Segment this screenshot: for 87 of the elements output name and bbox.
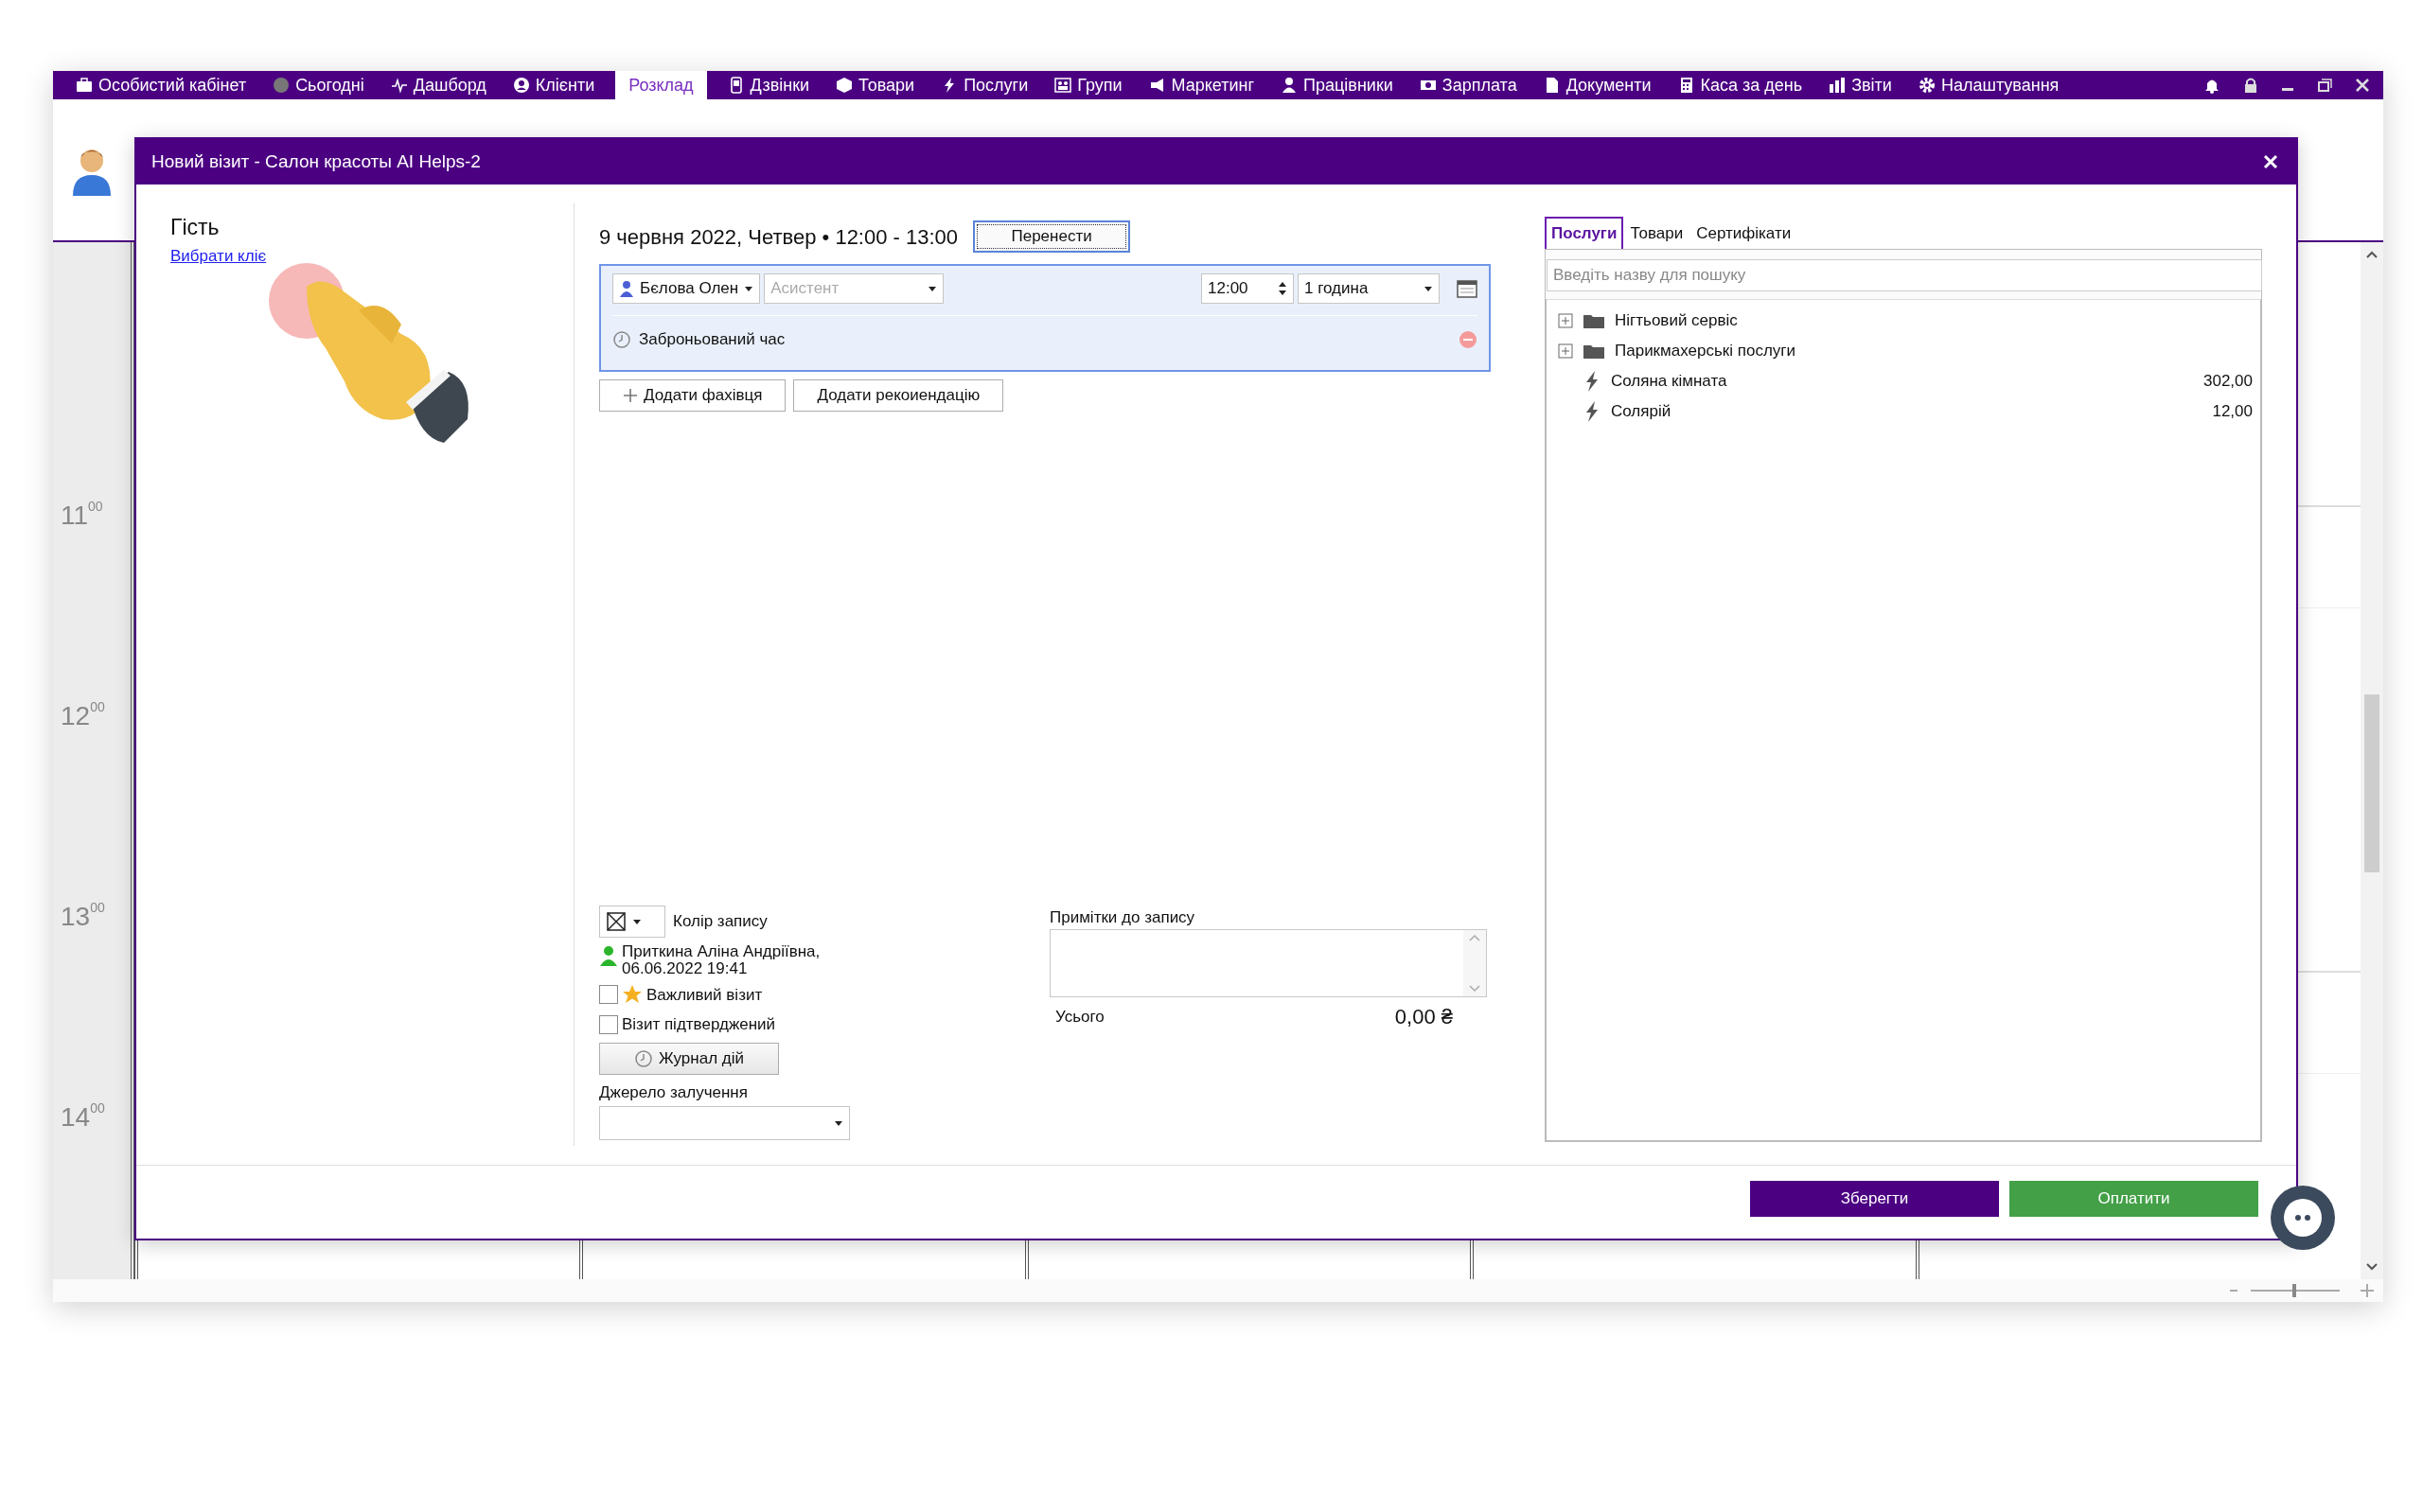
menu-tab[interactable]: Налаштування xyxy=(1904,71,2073,99)
chat-bubble-icon[interactable] xyxy=(2269,1184,2337,1252)
source-label: Джерело залучення xyxy=(599,1081,749,1103)
menu-tab[interactable]: Розклад xyxy=(615,71,707,99)
menu-tab[interactable]: Товари xyxy=(822,71,929,99)
add-specialist-button[interactable]: Додати фахівця xyxy=(599,379,787,412)
add-recommendation-button[interactable]: Додати рекоиендацію xyxy=(793,379,1004,412)
hour-label: 14$^{00}$ xyxy=(61,1102,105,1132)
menu-tab[interactable]: Дашборд xyxy=(377,71,500,99)
checkbox[interactable] xyxy=(599,985,618,1005)
megaphone-icon xyxy=(1148,77,1166,94)
slider-thumb[interactable] xyxy=(2292,1284,2296,1297)
tree-item[interactable]: Солярій 12,00 xyxy=(1558,396,2253,427)
caret-icon xyxy=(1424,285,1433,292)
box-icon xyxy=(836,77,854,94)
menu-tab[interactable]: Дзвінки xyxy=(714,71,823,99)
pulse-icon xyxy=(390,77,408,94)
price: 302,00 xyxy=(2203,370,2253,392)
caret-icon xyxy=(632,917,642,925)
tree-item[interactable]: Соляна кімната 302,00 xyxy=(1558,365,2253,396)
panel-tab[interactable]: Сертифікати xyxy=(1689,217,1798,249)
menu-tab[interactable]: Сьогодні xyxy=(259,71,378,99)
checkbox-label: Важливий візит xyxy=(646,984,763,1006)
checkbox-label: Візит підтверджений xyxy=(622,1014,776,1035)
person-icon xyxy=(512,77,530,94)
menu-tab[interactable]: Клієнти xyxy=(499,71,609,99)
menu-tab[interactable]: Послуги xyxy=(928,71,1042,99)
zoom-slider[interactable] xyxy=(2228,1281,2376,1300)
booking-status: Заброньований час xyxy=(639,329,786,350)
creator-name: Приткина Аліна Андріївна, xyxy=(622,942,821,960)
lock-icon[interactable] xyxy=(2243,77,2258,94)
close-icon[interactable] xyxy=(2355,77,2370,94)
reschedule-button[interactable]: Перенести xyxy=(973,220,1131,253)
total-amount: 0,00 ₴ xyxy=(1394,1004,1453,1031)
menu-tab[interactable]: Працівники xyxy=(1267,71,1406,99)
tree-item[interactable]: Нігтьовий сервіс xyxy=(1558,305,2253,336)
briefcase-icon xyxy=(76,77,93,94)
notes-field[interactable] xyxy=(1050,929,1487,998)
hour-label: 13$^{00}$ xyxy=(61,902,105,931)
specialist-select[interactable]: Бєлова Олен xyxy=(612,273,761,304)
gear-icon xyxy=(1918,77,1936,94)
duration-select[interactable]: 1 година xyxy=(1298,273,1440,304)
star-icon xyxy=(622,984,643,1006)
guest-heading: Гість xyxy=(170,214,221,241)
menu-tab[interactable]: Документи xyxy=(1530,71,1665,99)
people-icon xyxy=(1054,77,1072,94)
spinner-arrows-icon xyxy=(1278,280,1287,297)
save-button[interactable]: Зберегти xyxy=(1750,1180,1999,1217)
menu-tab[interactable]: Зарплата xyxy=(1406,71,1530,99)
caret-icon xyxy=(928,285,938,292)
person-icon xyxy=(1281,77,1299,94)
plus-icon xyxy=(623,388,638,403)
scroll-thumb[interactable] xyxy=(2364,694,2380,872)
menu-tab[interactable]: Каса за день xyxy=(1664,71,1816,99)
calendar-icon[interactable] xyxy=(1457,279,1477,298)
visit-datetime: 9 червня 2022, Четвер • 12:00 - 13:00 xyxy=(599,223,959,251)
crossed-box-icon xyxy=(606,910,627,932)
search-field[interactable]: Введіть назву для пошуку xyxy=(1547,258,2262,291)
menu-tab[interactable]: Особистий кабінет xyxy=(62,71,260,99)
caret-icon xyxy=(834,1119,843,1127)
hour-label: 12$^{00}$ xyxy=(61,701,105,730)
menu-tab[interactable]: Маркетинг xyxy=(1135,71,1268,99)
checkbox[interactable] xyxy=(599,1014,618,1034)
total-label: Усього xyxy=(1055,1007,1105,1029)
panel-tab[interactable]: Товари xyxy=(1623,217,1690,249)
menu-tab[interactable]: Групи xyxy=(1041,71,1136,99)
menu-tab[interactable]: Звіти xyxy=(1815,71,1905,99)
color-select[interactable] xyxy=(599,905,665,938)
journal-button[interactable]: Журнал дій xyxy=(599,1042,779,1075)
color-label: Колір запису xyxy=(673,911,768,933)
choose-client-link[interactable]: Вибрати кліє xyxy=(170,246,267,265)
created-time: 06.06.2022 19:41 xyxy=(622,959,748,977)
time-spinner[interactable]: 12:00 xyxy=(1201,273,1294,304)
expand-icon xyxy=(1558,343,1573,359)
panel-tab[interactable]: Послуги xyxy=(1545,217,1624,249)
expand-icon xyxy=(1558,312,1573,328)
avatar-icon xyxy=(70,147,114,196)
caret-icon xyxy=(744,285,754,292)
scroll-bar[interactable] xyxy=(2361,242,2383,1279)
notes-label: Примітки до запису xyxy=(1050,906,1196,928)
restore-icon[interactable] xyxy=(2317,77,2332,94)
window-title: Новий візит - Салон красоты AI Helps-2 xyxy=(151,149,481,173)
hour-label: 11$^{00}$ xyxy=(61,501,103,530)
tree-item[interactable]: Парикмахерські послуги xyxy=(1558,335,2253,366)
bar-chart-icon xyxy=(1829,77,1847,94)
person-icon xyxy=(619,280,634,297)
price: 12,00 xyxy=(2212,400,2253,422)
